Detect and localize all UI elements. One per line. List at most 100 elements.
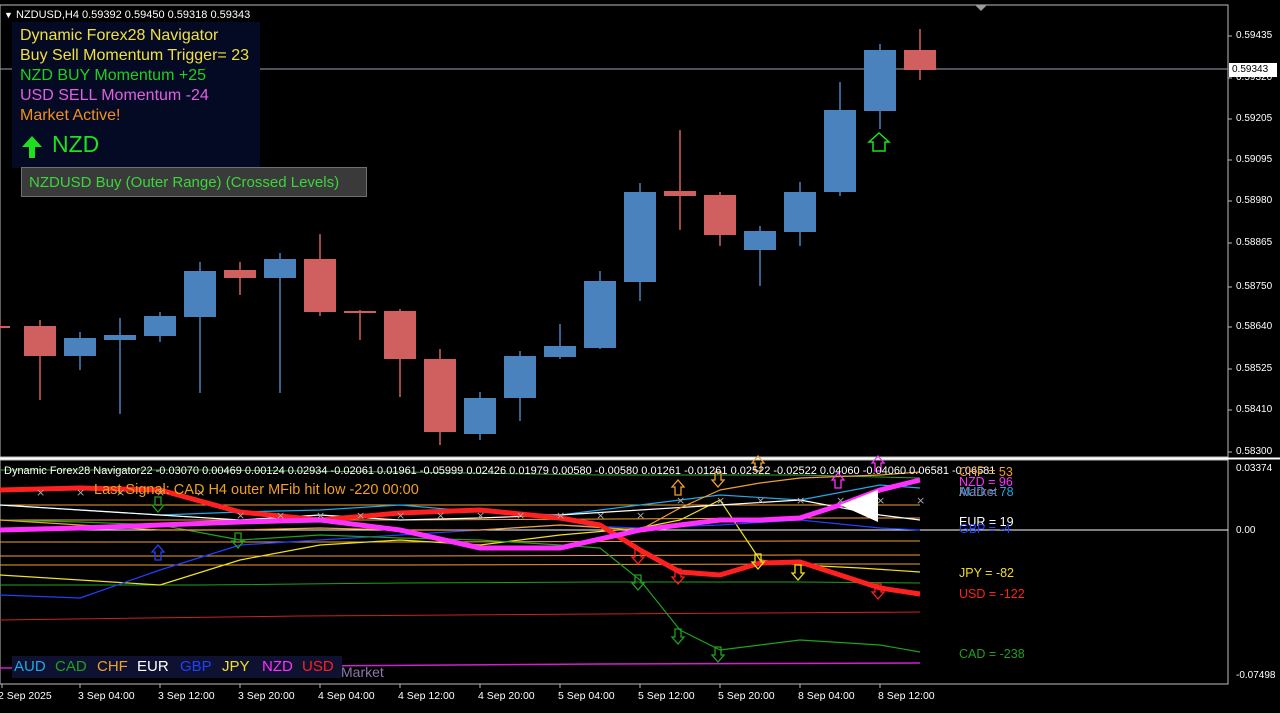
currency-strength-line [0,519,921,599]
time-axis-label: 8 Sep 04:00 [798,690,855,702]
cross-marker: × [836,494,845,507]
cross-marker: × [716,494,725,507]
ind-axis-top: 0.03374 [1236,463,1273,474]
price-axis-label: 0.58865 [1236,237,1273,248]
price-axis-label: 0.58980 [1236,195,1273,206]
up-arrow-icon [150,544,166,561]
cross-marker: × [356,509,365,522]
panel-title: Dynamic Forex28 Navigator [20,27,219,44]
price-axis-label: 0.58410 [1236,404,1273,415]
legend-item-jpy[interactable]: JPY [222,658,250,675]
price-axis-label: 0.59205 [1236,113,1273,124]
candle-body [24,326,56,356]
candle-body [704,195,736,235]
candle-body [384,311,416,359]
candle-body [304,259,336,312]
cross-marker: × [796,494,805,507]
cross-marker: × [396,509,405,522]
candle-body [344,311,376,313]
buy-momentum: NZD BUY Momentum +25 [20,67,206,84]
last-signal: Last Signal: CAD H4 outer MFib hit low -… [94,482,419,498]
candle-body [904,50,936,70]
time-axis-label: 2 Sep 2025 [0,690,52,702]
cross-marker: × [676,494,685,507]
cross-marker: × [476,509,485,522]
cross-marker: × [76,486,85,499]
cross-marker: × [636,509,645,522]
down-arrow-icon [790,564,806,581]
candle-body [184,271,216,317]
legend-item-chf[interactable]: CHF [97,658,128,675]
cross-marker: × [556,509,565,522]
candle-body [744,231,776,250]
candle-body [824,110,856,192]
legend-item-cad[interactable]: CAD [55,658,87,675]
candle-body [584,281,616,348]
cross-marker: × [36,486,45,499]
signal-label: NZDUSD Buy (Outer Range) (Crossed Levels… [29,174,340,191]
candle-body [784,192,816,232]
time-axis-label: 8 Sep 12:00 [878,690,935,702]
currency-strength-line [0,554,920,557]
candle-body [64,338,96,356]
candle-body [544,346,576,357]
symbol-info-text: NZDUSD,H4 0.59392 0.59450 0.59318 0.5934… [15,9,251,21]
cross-marker: × [316,509,325,522]
currency-strength-line [0,611,921,621]
cross-marker: × [756,494,765,507]
cross-marker: × [916,494,925,507]
time-axis-label: 3 Sep 20:00 [238,690,295,702]
strong-currency: NZD [52,131,100,157]
candle-body [624,192,656,282]
up-arrow-icon [670,479,686,496]
currency-value-label: CAD = -238 [959,647,1025,661]
legend-item-aud[interactable]: AUD [14,658,46,675]
price-axis-label: 0.58525 [1236,363,1273,374]
cross-marker: × [596,509,605,522]
shift-marker-icon [975,5,987,11]
sell-momentum: USD SELL Momentum -24 [20,87,209,104]
candle-body [864,50,896,111]
time-axis-label: 5 Sep 20:00 [718,690,775,702]
legend-item-eur[interactable]: EUR [137,658,169,675]
legend-item-gbp[interactable]: GBP [180,658,212,675]
time-axis-label: 4 Sep 20:00 [478,690,535,702]
price-axis-label: 0.59095 [1236,154,1273,165]
current-price-tag: 0.59343 [1229,63,1277,77]
indicator-lines [0,469,921,669]
candle-body [504,356,536,398]
candle-body [464,398,496,434]
ind-axis-bottom: -0.07498 [1236,670,1276,681]
time-axis-label: 3 Sep 12:00 [158,690,215,702]
candle-body [0,326,10,328]
cross-marker: × [236,509,245,522]
market-status: Market Active! [20,107,121,124]
legend-item-nzd[interactable]: NZD [262,658,293,675]
time-axis-label: 5 Sep 04:00 [558,690,615,702]
cross-marker: × [276,509,285,522]
time-axis-label: 5 Sep 12:00 [638,690,695,702]
price-axis-label: 0.58640 [1236,321,1273,332]
cross-marker: × [876,494,885,507]
cross-marker: × [516,509,525,522]
candle-body [664,191,696,196]
currency-value-label: Market [959,485,998,499]
price-axis-label: 0.58300 [1236,446,1273,457]
time-axis-label: 4 Sep 04:00 [318,690,375,702]
currency-strength-line [0,519,921,653]
legend-item-usd[interactable]: USD [302,658,334,675]
candle-body [224,270,256,278]
currency-value-label: GBP = -4 [959,522,1011,536]
indicator-header: Dynamic Forex28 Navigator22 -0.03070 0.0… [4,465,996,477]
candle-body [104,335,136,340]
candle-body [264,259,296,278]
currency-value-label: JPY = -82 [959,566,1015,580]
price-axis-label: 0.59435 [1236,30,1273,41]
time-axis-label: 4 Sep 12:00 [398,690,455,702]
up-arrow-icon [22,136,42,158]
symbol-info: ▼ NZDUSD,H4 0.59392 0.59450 0.59318 0.59… [4,9,250,21]
currency-value-label: USD = -122 [959,587,1025,601]
market-area [840,490,878,522]
candle-body [144,316,176,336]
candle-body [424,359,456,432]
